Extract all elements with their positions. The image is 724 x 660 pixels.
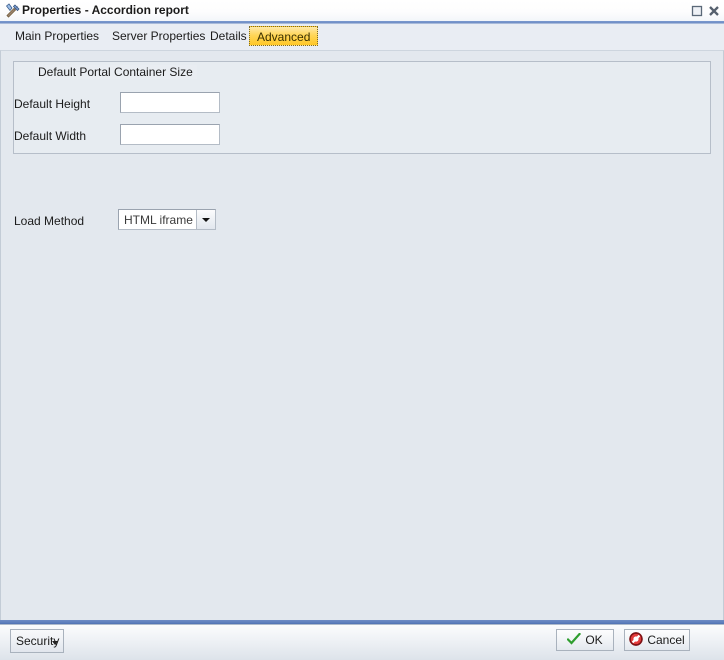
ok-button-label: OK <box>585 633 603 647</box>
title-bar: Properties - Accordion report <box>0 0 724 21</box>
tab-server-properties[interactable]: Server Properties <box>105 26 212 46</box>
default-portal-container-size-group: Default Portal Container Size <box>13 61 711 154</box>
load-method-dropdown[interactable]: HTML iframe <box>118 209 216 230</box>
checkmark-icon <box>566 631 582 648</box>
tools-icon <box>5 3 21 19</box>
chevron-down-icon <box>52 641 58 645</box>
default-width-input[interactable] <box>120 124 220 145</box>
tab-main-properties[interactable]: Main Properties <box>8 26 106 46</box>
group-legend: Default Portal Container Size <box>34 65 197 79</box>
properties-dialog-window: Properties - Accordion report Main Prope… <box>0 0 724 660</box>
advanced-tab-panel: Default Portal Container Size Default He… <box>0 50 724 620</box>
default-height-label: Default Height <box>14 97 91 111</box>
security-button[interactable]: Security <box>10 629 64 653</box>
load-method-value: HTML iframe <box>124 213 193 227</box>
dialog-footer: Security <box>0 624 724 660</box>
default-height-input[interactable] <box>120 92 220 113</box>
cancel-button-label: Cancel <box>647 633 685 647</box>
chevron-down-icon[interactable] <box>196 210 215 229</box>
no-entry-icon <box>629 631 644 649</box>
load-method-label: Load Method <box>14 214 85 228</box>
tab-details[interactable]: Details <box>203 26 254 46</box>
ok-button[interactable]: OK <box>556 629 614 651</box>
cancel-button[interactable]: Cancel <box>624 629 690 651</box>
close-icon[interactable] <box>707 4 721 18</box>
tab-advanced[interactable]: Advanced <box>249 26 319 46</box>
maximize-icon[interactable] <box>690 4 704 18</box>
window-title: Properties - Accordion report <box>22 3 189 17</box>
tab-strip: Main Properties Server Properties Detail… <box>0 24 724 50</box>
default-width-label: Default Width <box>14 129 87 143</box>
